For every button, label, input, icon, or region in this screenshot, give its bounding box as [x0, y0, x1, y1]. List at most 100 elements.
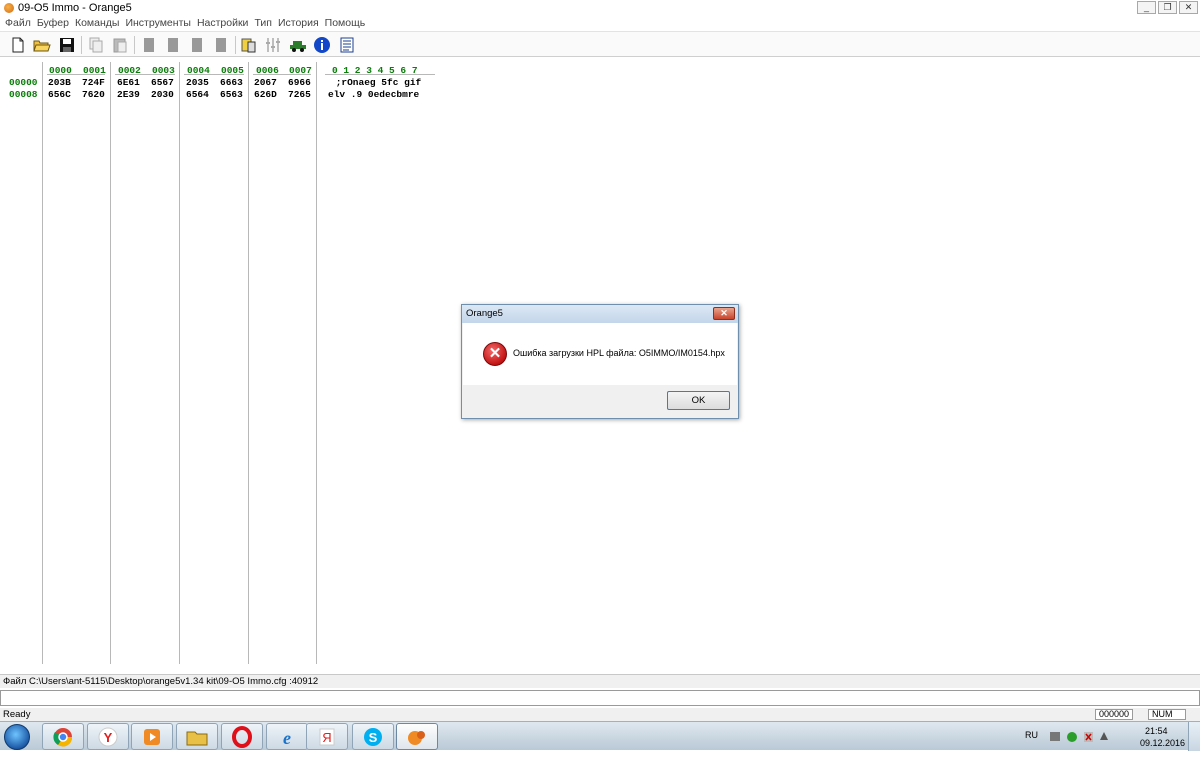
- column-header: 0006: [256, 65, 279, 76]
- copy-icon[interactable]: [87, 36, 105, 54]
- menu-bar: Файл Буфер Команды Инструменты Настройки…: [0, 16, 1200, 30]
- taskbar-yandex-browser[interactable]: Y: [87, 723, 129, 750]
- info-icon[interactable]: [313, 36, 331, 54]
- hex-cell[interactable]: 2067: [254, 77, 277, 88]
- orange-app-icon: [4, 3, 14, 13]
- car-icon[interactable]: [289, 36, 307, 54]
- column-header: 0000: [49, 65, 72, 76]
- taskbar: Y e Я S RU 21:54 09.12.2016: [0, 721, 1200, 751]
- taskbar-yandex[interactable]: Я: [306, 723, 348, 750]
- yandex-icon: Я: [319, 728, 335, 746]
- hex-cell[interactable]: 7265: [288, 89, 311, 100]
- tray-icons[interactable]: [1050, 730, 1110, 744]
- taskbar-file-explorer[interactable]: [176, 723, 218, 750]
- toolbar: [0, 31, 1200, 57]
- save-icon[interactable]: [58, 36, 76, 54]
- hex-cell[interactable]: 6E61: [117, 77, 140, 88]
- restore-button[interactable]: ❐: [1158, 1, 1177, 14]
- ok-button[interactable]: OK: [667, 391, 730, 410]
- adjust-icon[interactable]: [264, 36, 282, 54]
- menu-history[interactable]: История: [278, 17, 319, 29]
- chip-icon-3[interactable]: [188, 36, 206, 54]
- menu-settings[interactable]: Настройки: [197, 17, 249, 29]
- error-dialog: Orange5 ✕ ✕ Ошибка загрузки HPL файла: O…: [461, 304, 739, 419]
- ready-status: Ready: [3, 709, 31, 720]
- svg-text:S: S: [369, 730, 378, 745]
- taskbar-skype[interactable]: S: [352, 723, 394, 750]
- column-header: 0002: [118, 65, 141, 76]
- media-player-icon: [144, 729, 160, 745]
- status-bar: Ready 000000 NUM: [0, 708, 1200, 721]
- chip-icon-1[interactable]: [140, 36, 158, 54]
- column-header: 0001: [83, 65, 106, 76]
- dialog-close-button[interactable]: ✕: [713, 307, 735, 320]
- taskbar-internet-explorer[interactable]: e: [266, 723, 308, 750]
- menu-file[interactable]: Файл: [5, 17, 31, 29]
- hex-cell[interactable]: 7620: [82, 89, 105, 100]
- internet-explorer-icon: e: [283, 728, 291, 748]
- hex-cell[interactable]: 2E39: [117, 89, 140, 100]
- file-path-status: Файл C:\Users\ant-5115\Desktop\orange5v1…: [0, 674, 1200, 688]
- column-header: 0003: [152, 65, 175, 76]
- taskbar-chrome[interactable]: [42, 723, 84, 750]
- row-address: 00000: [9, 77, 38, 88]
- hex-cell[interactable]: 626D: [254, 89, 277, 100]
- svg-text:e: e: [283, 728, 291, 748]
- new-file-icon[interactable]: [9, 36, 27, 54]
- svg-text:Y: Y: [104, 730, 113, 745]
- dialog-body: ✕ Ошибка загрузки HPL файла: O5IMMO/IM01…: [463, 323, 737, 385]
- chrome-icon: [53, 728, 73, 747]
- menu-tools[interactable]: Инструменты: [125, 17, 190, 29]
- show-desktop-button[interactable]: [1188, 722, 1200, 751]
- hex-cell[interactable]: 203B: [48, 77, 71, 88]
- hex-cell[interactable]: 724F: [82, 77, 105, 88]
- opera-icon: [232, 726, 252, 748]
- hex-cell[interactable]: 2035: [186, 77, 209, 88]
- menu-commands[interactable]: Команды: [75, 17, 120, 29]
- row-address: 00008: [9, 89, 38, 100]
- menu-help[interactable]: Помощь: [325, 17, 366, 29]
- chip-icon-4[interactable]: [212, 36, 230, 54]
- hex-cell[interactable]: 6563: [220, 89, 243, 100]
- taskbar-media-player[interactable]: [131, 723, 173, 750]
- ascii-header: 0 1 2 3 4 5 6 7: [332, 65, 418, 76]
- num-lock-pane: NUM: [1148, 709, 1186, 720]
- start-button[interactable]: [4, 724, 30, 750]
- dialog-title: Orange5: [462, 305, 738, 323]
- skype-icon: S: [364, 728, 382, 746]
- counter-pane: 000000: [1095, 709, 1133, 720]
- hex-cell[interactable]: 6966: [288, 77, 311, 88]
- yandex-browser-icon: Y: [98, 727, 118, 747]
- hex-cell[interactable]: 6564: [186, 89, 209, 100]
- menu-buffer[interactable]: Буфер: [37, 17, 69, 29]
- clipboard-chip-icon[interactable]: [240, 36, 258, 54]
- column-header: 0004: [187, 65, 210, 76]
- clock-date[interactable]: 09.12.2016: [1140, 738, 1185, 767]
- column-header: 0005: [221, 65, 244, 76]
- hex-cell[interactable]: 6663: [220, 77, 243, 88]
- paste-icon[interactable]: [111, 36, 129, 54]
- chip-icon-2[interactable]: [164, 36, 182, 54]
- folder-icon: [186, 731, 208, 746]
- orange5-icon: [408, 731, 425, 745]
- open-folder-icon[interactable]: [33, 36, 51, 54]
- language-indicator[interactable]: RU: [1025, 730, 1038, 759]
- taskbar-orange5[interactable]: [396, 723, 438, 750]
- ascii-cell[interactable]: elv .9 0edecbmre: [328, 89, 419, 100]
- minimize-button[interactable]: _: [1137, 1, 1156, 14]
- column-header: 0007: [289, 65, 312, 76]
- svg-text:Я: Я: [322, 730, 331, 745]
- close-button[interactable]: ✕: [1179, 1, 1198, 14]
- window-title: 09-O5 Immo - Orange5: [18, 2, 132, 14]
- menu-type[interactable]: Тип: [254, 17, 272, 29]
- hex-cell[interactable]: 656C: [48, 89, 71, 100]
- document-list-icon[interactable]: [338, 36, 356, 54]
- hex-cell[interactable]: 2030: [151, 89, 174, 100]
- ascii-cell[interactable]: ;rOnaeg 5fc gif: [330, 77, 422, 88]
- hex-cell[interactable]: 6567: [151, 77, 174, 88]
- error-message: Ошибка загрузки HPL файла: O5IMMO/IM0154…: [513, 348, 725, 358]
- error-icon: ✕: [483, 342, 507, 366]
- command-input[interactable]: [0, 690, 1200, 706]
- title-bar: 09-O5 Immo - Orange5 _ ❐ ✕: [0, 0, 1200, 16]
- taskbar-opera[interactable]: [221, 723, 263, 750]
